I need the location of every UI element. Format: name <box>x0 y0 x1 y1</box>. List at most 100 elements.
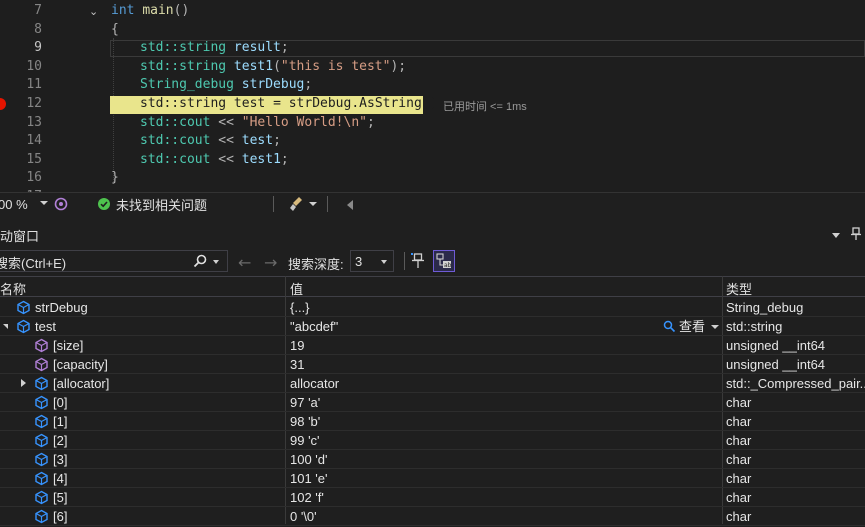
table-row[interactable]: [size] 19 unsigned __int64 <box>0 336 865 355</box>
forward-arrow-icon[interactable]: → <box>264 253 277 272</box>
code-line[interactable]: std::string test = strDebug.AsString(); <box>140 95 445 114</box>
code-line[interactable]: { <box>111 21 119 40</box>
table-row[interactable]: [3] 100 'd' char <box>0 450 865 469</box>
grid-header: 名称 值 类型 <box>0 276 865 297</box>
table-row[interactable]: [5] 102 'f' char <box>0 488 865 507</box>
variable-value[interactable]: 101 'e' <box>290 469 650 488</box>
variable-value[interactable]: "abcdef" <box>290 317 650 336</box>
variable-value[interactable]: 99 'c' <box>290 431 650 450</box>
zoom-dropdown-icon[interactable] <box>40 201 48 205</box>
pin-icon[interactable] <box>850 227 862 241</box>
variable-value[interactable]: 0 '\0' <box>290 507 650 526</box>
table-row[interactable]: strDebug {...} String_debug <box>0 298 865 317</box>
search-icon[interactable] <box>193 254 207 268</box>
code-token: ); <box>390 58 407 74</box>
search-dropdown-icon[interactable] <box>213 260 219 264</box>
fold-chevron-icon[interactable]: ⌄ <box>89 5 98 18</box>
variable-type: char <box>726 471 752 486</box>
line-number: 10 <box>26 58 42 74</box>
variable-type: char <box>726 452 752 467</box>
cleanup-brush-icon[interactable] <box>290 196 304 212</box>
code-line[interactable]: } <box>111 169 119 188</box>
code-line[interactable]: int main() <box>111 2 189 21</box>
code-line[interactable]: std::string result; <box>140 39 289 58</box>
variable-type: String_debug <box>726 300 804 315</box>
table-row[interactable]: test "abcdef" 查看 std::string <box>0 317 865 336</box>
expanded-chevron-icon[interactable] <box>3 324 8 329</box>
code-line[interactable]: String_debug strDebug; <box>140 76 312 95</box>
variable-icon <box>34 490 49 505</box>
variable-value[interactable]: 100 'd' <box>290 450 650 469</box>
line-number: 8 <box>34 21 42 37</box>
table-row[interactable]: [allocator] allocator std::_Compressed_pai… <box>0 374 865 393</box>
panel-title: 自动窗口 <box>0 228 40 244</box>
variable-value[interactable]: allocator <box>290 374 650 393</box>
code-token: } <box>111 170 119 186</box>
collapsed-chevron-icon[interactable] <box>21 379 26 387</box>
table-row[interactable]: [1] 98 'b' char <box>0 412 865 431</box>
back-arrow-icon[interactable]: ← <box>238 253 251 272</box>
panel-title-bar: 自动窗口 <box>0 225 865 245</box>
search-input[interactable]: 搜索(Ctrl+E) <box>0 253 66 272</box>
line-number: 13 <box>26 114 42 130</box>
code-token: "this is test" <box>280 58 391 74</box>
variable-name: strDebug <box>35 300 88 315</box>
variable-icon <box>16 300 31 315</box>
panel-options-dropdown-icon[interactable] <box>832 233 840 238</box>
raw-view-icon <box>34 338 49 353</box>
code-token: () <box>173 3 190 18</box>
variable-value[interactable]: 98 'b' <box>290 412 650 431</box>
variable-value[interactable]: 31 <box>290 355 650 374</box>
issues-status-text[interactable]: 未找到相关问题 <box>116 195 207 214</box>
variable-icon <box>16 319 31 334</box>
pin-source-icon[interactable] <box>410 252 426 270</box>
variable-value[interactable]: {...} <box>290 298 650 317</box>
column-header-type[interactable]: 类型 <box>726 279 752 298</box>
code-line[interactable]: std::string test1("this is test"); <box>140 58 406 77</box>
code-token: "Hello World!\n" <box>241 114 367 130</box>
search-depth-select[interactable]: 3 <box>350 250 394 272</box>
code-token: << <box>218 133 242 149</box>
search-box[interactable]: 搜索(Ctrl+E) <box>0 250 228 272</box>
separator <box>273 196 274 212</box>
variable-icon <box>34 471 49 486</box>
code-token: ; <box>304 77 313 93</box>
line-number: 12 <box>26 96 42 111</box>
visualizer-search-icon[interactable] <box>663 320 676 333</box>
table-row[interactable]: [4] 101 'e' char <box>0 469 865 488</box>
table-row[interactable]: [0] 97 'a' char <box>0 393 865 412</box>
search-depth-label: 搜索深度: <box>288 257 344 272</box>
code-token: std::cout <box>140 151 219 167</box>
code-line[interactable]: std::cout << test1; <box>140 151 289 170</box>
variable-icon <box>34 433 49 448</box>
view-dropdown-icon[interactable] <box>711 325 719 329</box>
table-row[interactable]: [6] 0 '\0' char <box>0 507 865 526</box>
perf-tip: 已用时间 <= 1ms <box>443 101 527 113</box>
table-row[interactable]: [2] 99 'c' char <box>0 431 865 450</box>
code-token: String_debug <box>140 77 242 93</box>
issues-ok-icon <box>98 198 110 210</box>
variable-value[interactable]: 19 <box>290 336 650 355</box>
line-number: 14 <box>26 133 42 149</box>
table-row[interactable]: [capacity] 31 unsigned __int64 <box>0 355 865 374</box>
variable-value[interactable]: 102 'f' <box>290 488 650 507</box>
column-header-value[interactable]: 值 <box>290 279 303 298</box>
view-hex-toggle-icon[interactable]: ab <box>433 250 455 272</box>
code-token: std::string <box>140 96 234 111</box>
raw-view-icon <box>34 357 49 372</box>
variable-value[interactable]: 97 'a' <box>290 393 650 412</box>
code-token: AsString <box>359 96 422 111</box>
variable-type: std::_Compressed_pair... <box>726 376 865 391</box>
depth-dropdown-icon[interactable] <box>381 260 387 264</box>
code-line[interactable]: std::cout << "Hello World!\n"; <box>140 114 375 133</box>
view-button[interactable]: 查看 <box>679 317 705 336</box>
scroll-left-icon[interactable] <box>347 200 353 210</box>
variable-name: [capacity] <box>53 357 108 372</box>
zoom-level[interactable]: 00 % <box>0 197 28 212</box>
code-line[interactable]: std::cout << test; <box>140 132 281 151</box>
column-header-name[interactable]: 名称 <box>0 279 26 298</box>
copilot-icon[interactable] <box>54 197 68 211</box>
code-editor[interactable]: 7891011121314151617 ⌄ int main(){std::st… <box>0 0 865 192</box>
variable-type: char <box>726 490 752 505</box>
cleanup-dropdown-icon[interactable] <box>309 202 317 206</box>
